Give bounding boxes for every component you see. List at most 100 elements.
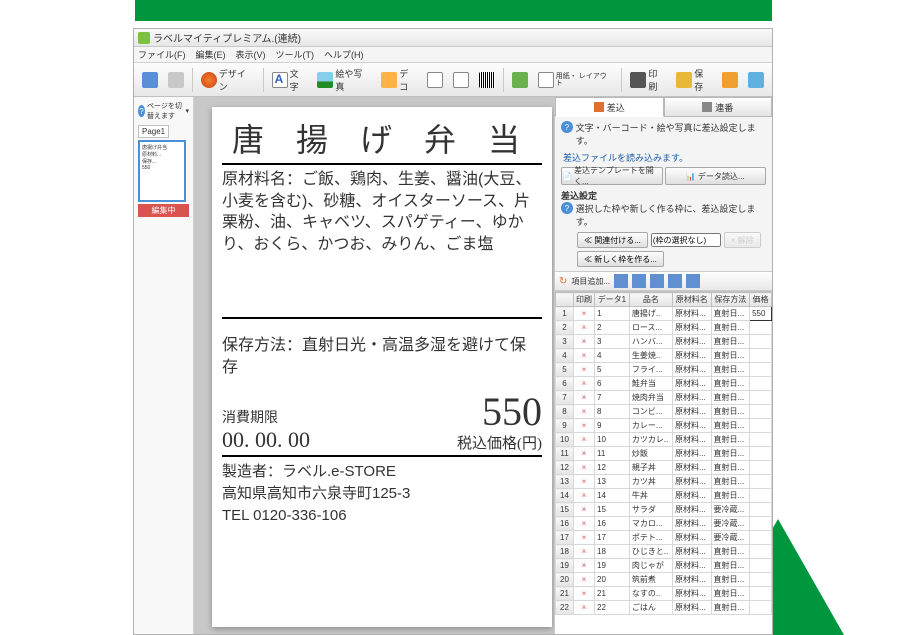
row-number[interactable]: 5 [556, 363, 574, 377]
row-number[interactable]: 15 [556, 503, 574, 517]
row-number[interactable]: 3 [556, 335, 574, 349]
name-cell[interactable]: ハンバ... [629, 335, 672, 349]
name-cell[interactable]: 唐揚げ.. [629, 307, 672, 321]
col-header[interactable]: 印刷 [574, 293, 595, 307]
name-cell[interactable]: カレー... [629, 419, 672, 433]
storage-cell[interactable]: 直射日... [711, 307, 750, 321]
name-cell[interactable]: なすの.. [629, 587, 672, 601]
price-cell[interactable] [750, 573, 772, 587]
name-cell[interactable]: 親子丼 [629, 461, 672, 475]
name-cell[interactable]: 炒飯 [629, 447, 672, 461]
data1-cell[interactable]: 10 [595, 433, 630, 447]
data1-cell[interactable]: 19 [595, 559, 630, 573]
price-cell[interactable] [750, 517, 772, 531]
data1-cell[interactable]: 18 [595, 545, 630, 559]
print-cell[interactable]: × [574, 363, 595, 377]
col-header[interactable] [556, 293, 574, 307]
table-row[interactable]: 13 × 13 カツ丼 原材料... 直射日... [556, 475, 772, 489]
row-number[interactable]: 10 [556, 433, 574, 447]
add-item-button[interactable]: 項目追加... [571, 276, 610, 287]
name-cell[interactable]: フライ... [629, 363, 672, 377]
print-cell[interactable]: × [574, 601, 595, 615]
table-row[interactable]: 9 × 9 カレー... 原材料... 直射日... [556, 419, 772, 433]
storage-cell[interactable]: 直射日... [711, 461, 750, 475]
print-cell[interactable]: × [574, 349, 595, 363]
print-cell[interactable]: × [574, 391, 595, 405]
print-cell[interactable]: × [574, 517, 595, 531]
col-header[interactable]: 価格 [750, 293, 772, 307]
storage-cell[interactable]: 直射日... [711, 489, 750, 503]
name-cell[interactable]: 筑前煮 [629, 573, 672, 587]
print-cell[interactable]: × [574, 531, 595, 545]
data1-cell[interactable]: 22 [595, 601, 630, 615]
row-number[interactable]: 8 [556, 405, 574, 419]
chevron-down-icon[interactable]: ▾ [185, 107, 189, 115]
price-cell[interactable] [750, 461, 772, 475]
align-button[interactable] [508, 67, 532, 93]
barcode-button[interactable] [475, 67, 499, 93]
name-cell[interactable]: 肉じゃが [629, 559, 672, 573]
row-number[interactable]: 1 [556, 307, 574, 321]
data1-cell[interactable]: 8 [595, 405, 630, 419]
page-thumbnail[interactable]: 唐揚げ弁当原材料...保存...550 [138, 140, 186, 202]
data1-cell[interactable]: 17 [595, 531, 630, 545]
ingredient-cell[interactable]: 原材料... [673, 573, 712, 587]
col-header[interactable]: データ1 [595, 293, 630, 307]
row-number[interactable]: 22 [556, 601, 574, 615]
tab-sequence[interactable]: 連番 [664, 97, 773, 117]
price-cell[interactable] [750, 545, 772, 559]
col-header[interactable]: 原材料名 [673, 293, 712, 307]
price-cell[interactable] [750, 475, 772, 489]
print-cell[interactable]: × [574, 587, 595, 601]
table-row[interactable]: 7 × 7 焼肉弁当 原材料... 直射日... [556, 391, 772, 405]
ingredient-cell[interactable]: 原材料... [673, 503, 712, 517]
shape-button[interactable] [423, 67, 447, 93]
storage-cell[interactable]: 直射日... [711, 321, 750, 335]
extra-button-1[interactable] [718, 67, 742, 93]
row-number[interactable]: 6 [556, 377, 574, 391]
row-number[interactable]: 20 [556, 573, 574, 587]
row-number[interactable]: 7 [556, 391, 574, 405]
save-button[interactable] [138, 67, 162, 93]
row-number[interactable]: 18 [556, 545, 574, 559]
price-cell[interactable] [750, 447, 772, 461]
print-cell[interactable]: × [574, 503, 595, 517]
name-cell[interactable]: 生姜焼.. [629, 349, 672, 363]
open-template-button[interactable]: 📄差込テンプレートを開く... [561, 167, 663, 185]
price-cell[interactable] [750, 587, 772, 601]
storage-cell[interactable]: 直射日... [711, 573, 750, 587]
storage-cell[interactable]: 直射日... [711, 433, 750, 447]
data1-cell[interactable]: 14 [595, 489, 630, 503]
label-price-row[interactable]: 消費期限 00. 00. 00 550 税込価格(円) [222, 392, 542, 457]
grid-tool-icon[interactable] [650, 274, 664, 288]
print-cell[interactable]: × [574, 335, 595, 349]
price-cell[interactable] [750, 503, 772, 517]
canvas-area[interactable]: 唐 揚 げ 弁 当 原材料名：ご飯、鶏肉、生姜、醤油(大豆、小麦を含む)、砂糖、… [194, 97, 554, 634]
print-cell[interactable]: × [574, 475, 595, 489]
print-cell[interactable]: × [574, 573, 595, 587]
price-cell[interactable] [750, 419, 772, 433]
data1-cell[interactable]: 2 [595, 321, 630, 335]
print-cell[interactable]: × [574, 559, 595, 573]
data1-cell[interactable]: 16 [595, 517, 630, 531]
storage-cell[interactable]: 直射日... [711, 335, 750, 349]
grid-tool-icon[interactable] [632, 274, 646, 288]
help-icon[interactable]: ? [561, 202, 573, 214]
data-grid[interactable]: 印刷データ1品名原材料名保存方法価格 1 × 1 唐揚げ.. 原材料... 直射… [555, 291, 772, 634]
name-cell[interactable]: 牛丼 [629, 489, 672, 503]
name-cell[interactable]: 鮭弁当 [629, 377, 672, 391]
name-cell[interactable]: コンビ... [629, 405, 672, 419]
row-number[interactable]: 16 [556, 517, 574, 531]
price-cell[interactable] [750, 433, 772, 447]
col-header[interactable]: 品名 [629, 293, 672, 307]
name-cell[interactable]: ひじきと.. [629, 545, 672, 559]
ingredient-cell[interactable]: 原材料... [673, 489, 712, 503]
price-cell[interactable] [750, 489, 772, 503]
tab-merge[interactable]: 差込 [555, 97, 664, 117]
col-header[interactable]: 保存方法 [711, 293, 750, 307]
data1-cell[interactable]: 1 [595, 307, 630, 321]
table-row[interactable]: 11 × 11 炒飯 原材料... 直射日... [556, 447, 772, 461]
layout-button[interactable]: 用紙・ レイアウト [534, 67, 618, 93]
table-row[interactable]: 22 × 22 ごはん 原材料... 直射日... [556, 601, 772, 615]
row-number[interactable]: 17 [556, 531, 574, 545]
